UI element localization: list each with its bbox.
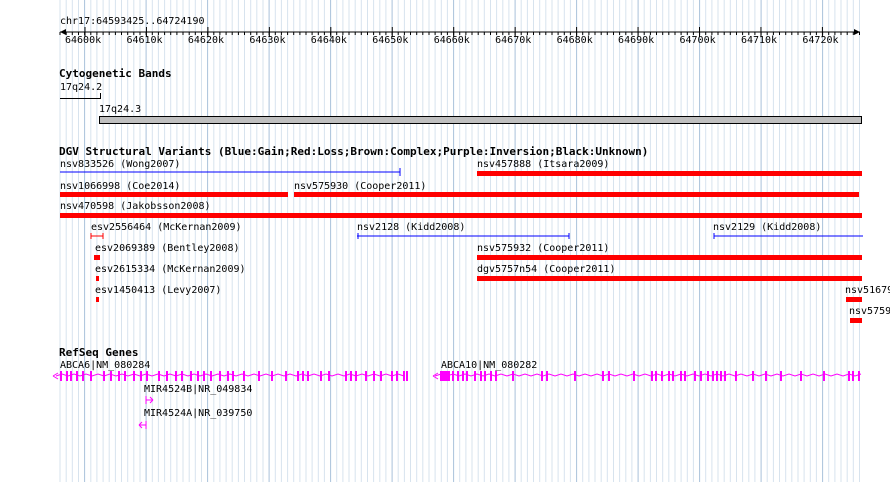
variant-bar-gain[interactable]: [357, 232, 571, 240]
variant-bar-loss[interactable]: [850, 318, 862, 323]
band-17q24-2[interactable]: [60, 93, 101, 99]
tick-label: 64640k: [310, 35, 347, 46]
variant-bar-gain[interactable]: [713, 232, 863, 240]
variant-label[interactable]: esv2556464 (McKernan2009): [91, 222, 242, 233]
variant-label[interactable]: esv2615334 (McKernan2009): [95, 264, 246, 275]
variant-bar-loss[interactable]: [477, 255, 862, 260]
band-label-17q24-2[interactable]: 17q24.2: [60, 82, 102, 93]
variant-bar-loss[interactable]: [477, 171, 862, 176]
variant-label[interactable]: nsv470598 (Jakobsson2008): [60, 201, 211, 212]
variant-bar-loss[interactable]: [90, 232, 106, 240]
variant-bar-loss[interactable]: [846, 297, 862, 302]
variant-label[interactable]: nsv457888 (Itsara2009): [477, 159, 609, 170]
variant-label[interactable]: nsv575932 (Cooper2011): [477, 243, 609, 254]
tick-label: 64680k: [556, 35, 593, 46]
band-label-17q24-3[interactable]: 17q24.3: [99, 104, 141, 115]
tick-label: 64710k: [740, 35, 778, 46]
variant-bar-loss[interactable]: [60, 213, 862, 218]
tick-label: 64700k: [679, 35, 716, 46]
variant-label[interactable]: dgv5757n54 (Cooper2011): [477, 264, 615, 275]
tick-label: 64650k: [372, 35, 409, 46]
gene-label-mir4524a[interactable]: MIR4524A|NR_039750: [144, 408, 252, 419]
variant-label[interactable]: esv2069389 (Bentley2008): [95, 243, 240, 254]
band-17q24-3[interactable]: [99, 116, 862, 124]
cytoband-title: Cytogenetic Bands: [59, 67, 172, 80]
variant-label[interactable]: nsv51679: [845, 285, 890, 296]
refseq-title: RefSeq Genes: [59, 346, 139, 359]
variant-label[interactable]: nsv575930 (Cooper2011): [294, 181, 426, 192]
variant-bar-loss[interactable]: [96, 297, 99, 302]
variant-label[interactable]: nsv1066998 (Coe2014): [60, 181, 180, 192]
tick-label: 64720k: [802, 35, 839, 46]
tick-label: 64620k: [187, 35, 225, 46]
variant-bar-gain[interactable]: [60, 168, 402, 176]
gene-label-mir4524b[interactable]: MIR4524B|NR_049834: [144, 384, 252, 395]
variant-bar-loss[interactable]: [60, 192, 288, 197]
variant-bar-loss[interactable]: [96, 276, 99, 281]
variant-label[interactable]: esv1450413 (Levy2007): [95, 285, 221, 296]
tick-label: 64660k: [433, 35, 470, 46]
variant-bar-loss[interactable]: [477, 276, 862, 281]
dgv-title: DGV Structural Variants (Blue:Gain;Red:L…: [59, 145, 649, 158]
tick-label: 64610k: [126, 35, 163, 46]
gene-models[interactable]: [0, 366, 890, 436]
variant-label[interactable]: nsv5759: [849, 306, 890, 317]
tick-label: 64600k: [65, 35, 102, 46]
variant-bar-loss[interactable]: [94, 255, 100, 260]
tick-label: 64690k: [618, 35, 655, 46]
tick-label: 64670k: [495, 35, 532, 46]
tick-label: 64630k: [249, 35, 286, 46]
variant-bar-loss[interactable]: [294, 192, 859, 197]
